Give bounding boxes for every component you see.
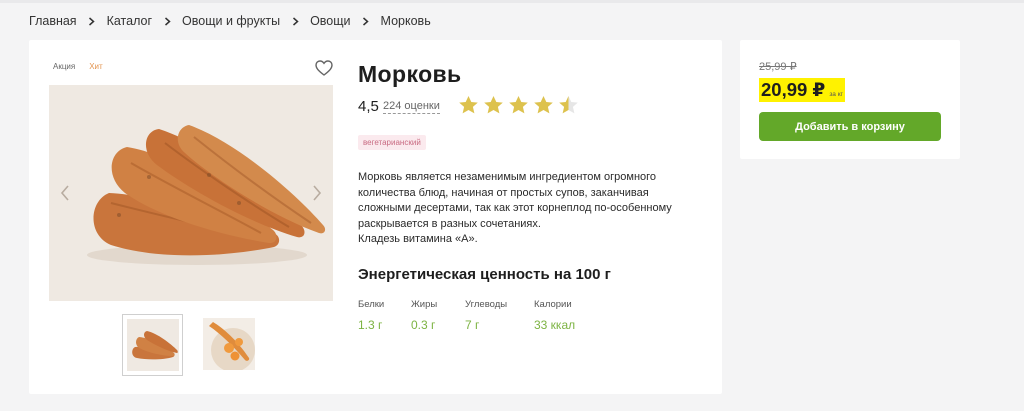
star-icon [509,96,528,114]
rating-stars [458,95,579,115]
breadcrumb-current: Морковь [380,14,431,28]
current-price: 20,99 ₽ за кг [759,78,845,102]
arrow-left-icon[interactable] [59,183,71,203]
nutrition-value: 33 ккал [534,318,576,332]
nutrition-proteins: Белки 1.3 г [358,299,384,332]
thumbnail-1[interactable] [122,314,183,376]
nutrition-calories: Калории 33 ккал [534,299,575,332]
star-icon [484,96,503,114]
breadcrumb-home[interactable]: Главная [29,14,77,28]
add-to-cart-button[interactable]: Добавить в корзину [759,112,941,141]
hit-badge: Хит [89,62,103,71]
nutrition-value: 7 г [465,318,480,332]
description-line: Кладезь витамина «А». [358,233,478,245]
chevron-right-icon [152,16,182,26]
nutrition-label: Жиры [411,299,438,310]
nutrition-fats: Жиры 0.3 г [411,299,437,332]
description-line: Морковь является незаменимым ингредиенто… [358,171,657,183]
chevron-right-icon [280,16,310,26]
old-price: 25,99 ₽ [759,61,797,73]
vegetarian-tag[interactable]: вегетарианский [358,135,426,150]
breadcrumb-catalog[interactable]: Каталог [107,14,152,28]
chevron-right-icon [77,16,107,26]
nutrition-value: 1.3 г [358,318,383,332]
thumbnail-1-image [127,319,179,371]
thumbnail-2-image [203,318,255,370]
product-description: Морковь является незаменимым ингредиенто… [358,170,688,248]
product-badges: Акция Хит [53,62,103,71]
star-icon [459,96,478,114]
star-icon [534,96,553,114]
nutrition-carbs: Углеводы 7 г [465,299,507,332]
current-price-amount: 20,99 ₽ [761,79,826,100]
chevron-right-icon [351,16,381,26]
arrow-right-icon[interactable] [311,183,323,203]
product-title: Морковь [358,61,462,87]
description-line: сложными десертами, так как этот корнепл… [358,202,672,214]
nutrition-label: Белки [358,299,385,310]
product-photo [49,85,333,301]
top-divider [0,0,1024,3]
nutrition-label: Калории [534,299,572,310]
reviews-link[interactable]: 224 оценки [383,100,440,114]
description-line: количества блюд, начиная от простых супо… [358,186,649,199]
price-unit: за кг [829,91,843,98]
heart-icon[interactable] [315,60,333,76]
breadcrumb-vegetables[interactable]: Овощи [310,14,350,28]
rating-value: 4,5 [358,98,379,115]
price-box: 25,99 ₽ 20,99 ₽ за кг Добавить в корзину [740,40,960,159]
nutrition-value: 0.3 г [411,318,436,332]
sale-badge: Акция [53,62,76,71]
thumbnail-2[interactable] [199,314,260,376]
breadcrumb: Главная Каталог Овощи и фрукты Овощи Мор… [29,13,431,29]
energy-title: Энергетическая ценность на 100 г [358,266,611,283]
breadcrumb-fruits-vegetables[interactable]: Овощи и фрукты [182,14,280,28]
star-icon [559,96,578,114]
description-line: раскрывается в разных сочетаниях. [358,217,541,230]
nutrition-label: Углеводы [465,299,508,310]
